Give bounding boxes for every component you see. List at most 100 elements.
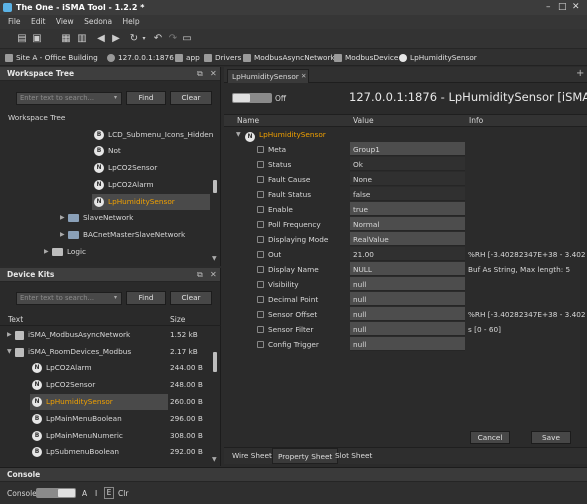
forward-arrow-icon[interactable]: ▶ (110, 33, 122, 45)
menu-edit[interactable]: Edit (31, 15, 46, 29)
console-toggle[interactable] (36, 488, 76, 498)
console-clear-button[interactable]: Clr (118, 489, 128, 498)
breadcrumb-drivers[interactable]: Drivers (204, 49, 241, 66)
scroll-down-icon[interactable]: ▼ (212, 255, 217, 262)
property-value[interactable]: RealValue (350, 232, 465, 246)
save-icon[interactable]: ▣ (31, 33, 43, 45)
col-info[interactable]: Info (469, 115, 483, 127)
menu-view[interactable]: View (56, 15, 74, 29)
tree-item[interactable]: N LpCO2Sensor (94, 160, 157, 176)
property-row[interactable]: Sensor Filter null s [0 - 60] (224, 322, 587, 337)
property-row[interactable]: Meta Group1 (224, 142, 587, 157)
property-value[interactable]: null (350, 322, 465, 336)
property-row[interactable]: Display Name NULL Buf As String, Max lengt… (224, 262, 587, 277)
breadcrumb-app[interactable]: app (175, 49, 200, 66)
breadcrumb-station[interactable]: 127.0.0.1:1876 (107, 49, 174, 66)
kit-row-selected[interactable]: N LpHumiditySensor 260.00 B (30, 394, 203, 410)
property-row[interactable]: Poll Frequency Normal (224, 217, 587, 232)
console-filter-a[interactable]: A (82, 489, 87, 498)
close-window-button[interactable]: ✕ (572, 0, 580, 15)
maximize-button[interactable]: □ (558, 0, 567, 15)
col-name[interactable]: Name (237, 115, 259, 127)
panel-maximize-icon[interactable]: ⧉ (197, 69, 203, 79)
property-row[interactable]: Displaying Mode RealValue (224, 232, 587, 247)
tree-item[interactable]: B Not (94, 143, 121, 159)
chevron-down-icon[interactable]: ▾ (138, 33, 150, 45)
property-row[interactable]: Decimal Point null (224, 292, 587, 307)
chevron-right-icon[interactable]: ▶ (60, 227, 68, 243)
tree-item[interactable]: ▶ BACnetMasterSlaveNetwork (60, 227, 185, 243)
tree-item[interactable]: ▶ Logic (44, 244, 86, 260)
workspace-scrollbar[interactable] (213, 180, 217, 193)
workspace-search-input[interactable]: Enter text to search... (16, 92, 122, 105)
undo-icon[interactable]: ↶ (152, 33, 164, 45)
tree-item-selected[interactable]: N LpHumiditySensor (92, 194, 210, 210)
chevron-down-icon[interactable]: ▼ (236, 127, 241, 142)
property-row[interactable]: Config Trigger null (224, 337, 587, 352)
property-row[interactable]: Sensor Offset null %RH [-3.40282347E+38 - … (224, 307, 587, 322)
col-text[interactable]: Text (8, 314, 23, 326)
back-arrow-icon[interactable]: ◀ (95, 33, 107, 45)
bookmark-icon[interactable]: ▥ (76, 33, 88, 45)
breadcrumb-component[interactable]: LpHumiditySensor (399, 49, 477, 66)
layout-icon[interactable]: ▭ (181, 33, 193, 45)
minimize-button[interactable]: – (546, 0, 551, 15)
property-value[interactable]: null (350, 292, 465, 306)
chevron-right-icon[interactable]: ▶ (60, 210, 68, 226)
save-button[interactable]: Save (531, 431, 571, 444)
chevron-right-icon[interactable]: ▶ (7, 327, 15, 343)
property-value[interactable]: NULL (350, 262, 465, 276)
chevron-right-icon[interactable]: ▶ (44, 244, 52, 260)
kits-scrollbar[interactable] (213, 352, 217, 372)
panel-close-icon[interactable]: ✕ (210, 69, 217, 78)
property-row[interactable]: Fault Cause None (224, 172, 587, 187)
property-value[interactable]: Normal (350, 217, 465, 231)
kits-search-input[interactable]: Enter text to search... (16, 292, 122, 305)
kit-row[interactable]: N LpCO2Alarm 244.00 B (32, 360, 232, 376)
breadcrumb-site[interactable]: Site A - Office Building (5, 49, 98, 66)
kit-row[interactable]: B LpSubmenuBoolean 292.00 B (32, 444, 232, 460)
kits-find-button[interactable]: Find (126, 291, 166, 305)
property-row[interactable]: Status Ok (224, 157, 587, 172)
property-value[interactable]: null (350, 277, 465, 291)
col-value[interactable]: Value (353, 115, 374, 127)
property-value[interactable]: Group1 (350, 142, 465, 156)
add-tab-icon[interactable]: + (576, 68, 584, 79)
menu-sedona[interactable]: Sedona (84, 15, 112, 29)
tree-item[interactable]: N LpCO2Alarm (94, 177, 154, 193)
property-row[interactable]: Visibility null (224, 277, 587, 292)
menu-help[interactable]: Help (123, 15, 140, 29)
property-root-row[interactable]: ▼ N LpHumiditySensor (224, 127, 587, 142)
col-size[interactable]: Size (170, 314, 185, 326)
tree-item[interactable]: B LCD_Submenu_Icons_Hidden (94, 127, 213, 143)
cancel-button[interactable]: Cancel (470, 431, 510, 444)
tree-item[interactable]: ▶ SlaveNetwork (60, 210, 133, 226)
grid-icon[interactable]: ▦ (60, 33, 72, 45)
tab-wire-sheet[interactable]: Wire Sheet (227, 448, 277, 464)
tab-slot-sheet[interactable]: Slot Sheet (330, 448, 377, 464)
chevron-down-icon[interactable]: ▼ (7, 344, 15, 360)
panel-maximize-icon[interactable]: ⧉ (197, 270, 203, 280)
tab-lphumiditysensor[interactable]: LpHumiditySensor ✕ (227, 69, 309, 83)
kits-clear-button[interactable]: Clear (170, 291, 212, 305)
property-value[interactable]: true (350, 202, 465, 216)
kit-row[interactable]: ▶ iSMA_ModbusAsyncNetwork 1.52 kB (7, 327, 207, 343)
breadcrumb-network[interactable]: ModbusAsyncNetwork (243, 49, 335, 66)
chevron-down-icon[interactable]: ▾ (114, 94, 117, 101)
property-row[interactable]: Enable true (224, 202, 587, 217)
tab-property-sheet[interactable]: Property Sheet (272, 448, 339, 464)
kit-row[interactable]: B LpMainMenuBoolean 296.00 B (32, 411, 232, 427)
property-value[interactable]: null (350, 337, 465, 351)
tab-close-icon[interactable]: ✕ (301, 70, 306, 83)
property-value[interactable]: null (350, 307, 465, 321)
workspace-find-button[interactable]: Find (126, 91, 166, 105)
workspace-clear-button[interactable]: Clear (170, 91, 212, 105)
kit-row[interactable]: N LpCO2Sensor 248.00 B (32, 377, 232, 393)
property-row[interactable]: Fault Status false (224, 187, 587, 202)
menu-file[interactable]: File (8, 15, 21, 29)
console-filter-i[interactable]: I (95, 489, 97, 498)
console-filter-e[interactable]: E (104, 487, 114, 499)
enable-toggle[interactable] (232, 93, 272, 103)
scroll-down-icon[interactable]: ▼ (212, 456, 217, 463)
breadcrumb-device[interactable]: ModbusDevice (334, 49, 398, 66)
